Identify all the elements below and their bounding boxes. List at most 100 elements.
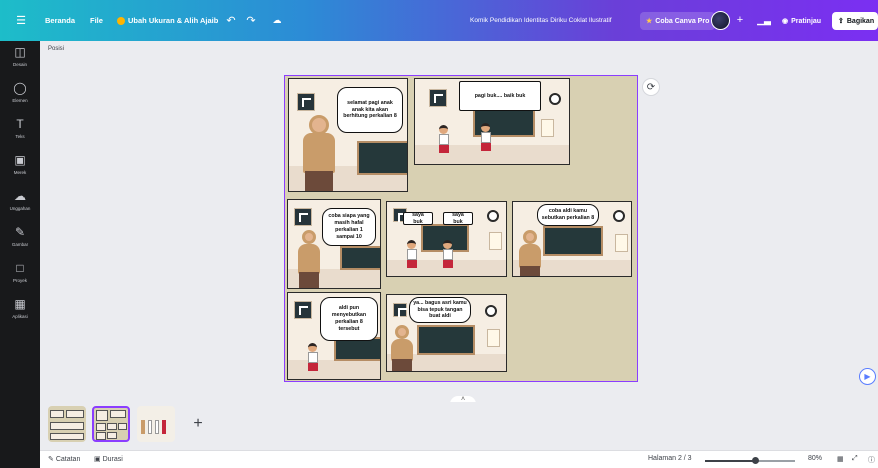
eye-icon: ◉: [782, 18, 789, 25]
school-logo-icon: [297, 93, 315, 111]
speech-bubble[interactable]: selamat pagi anak anak kita akan berhitu…: [337, 87, 403, 133]
help-icon[interactable]: ⓘ: [868, 455, 875, 465]
school-logo-icon: [294, 301, 312, 319]
zoom-slider-fill: [705, 460, 755, 462]
comic-panel-4[interactable]: saya buk saya buk: [386, 201, 507, 277]
share-icon: ⇪: [838, 18, 844, 25]
duration-label: Durasi: [102, 456, 123, 463]
brand-icon: ▣: [14, 153, 26, 167]
zoom-slider-knob[interactable]: [751, 457, 759, 464]
speech-bubble[interactable]: ya... bagus asri kamu bisa tepuk tangan …: [409, 297, 471, 323]
refresh-icon[interactable]: ⟳: [642, 78, 660, 96]
crown-icon: ★: [646, 18, 653, 25]
redo-icon[interactable]: ↷: [244, 13, 258, 27]
shapes-icon: ◯: [13, 81, 27, 95]
sidebar-label: Desain: [12, 62, 27, 67]
clock-icon: [613, 210, 625, 222]
page-thumbnail-1[interactable]: [48, 406, 86, 442]
page-indicator[interactable]: Halaman 2 / 3: [648, 455, 692, 462]
resize-label: Ubah Ukuran & Alih Ajaib: [128, 16, 219, 25]
sidebar-item-design[interactable]: ◫ Desain: [0, 45, 40, 79]
notes-label: Catatan: [55, 456, 81, 463]
folder-icon: □: [16, 261, 24, 275]
wall-chart: [615, 234, 628, 252]
cloud-saved-icon[interactable]: ☁: [270, 13, 284, 27]
try-pro-button[interactable]: ★ Coba Canva Pro: [640, 12, 716, 30]
school-logo-icon: [393, 303, 407, 317]
sidebar-label: Unggahan: [9, 206, 31, 211]
sidebar-item-uploads[interactable]: ☁ Unggahan: [0, 189, 40, 223]
duration-button[interactable]: ▣ Durasi: [94, 455, 123, 463]
upload-icon: ☁: [14, 189, 26, 203]
sidebar-label: Elemen: [12, 98, 28, 103]
speech-bubble[interactable]: coba siapa yang masih hafal perkalian 1 …: [322, 208, 376, 246]
left-sidebar: ◫ Desain ◯ Elemen T Teks ▣ Merek ☁ Ungga…: [0, 41, 40, 468]
file-menu[interactable]: File: [90, 0, 103, 41]
document-title[interactable]: Komik Pendidikan Identitas Diriku Coklat…: [470, 0, 612, 41]
zoom-level[interactable]: 80%: [808, 455, 822, 462]
comic-panel-3[interactable]: coba siapa yang masih hafal perkalian 1 …: [287, 199, 381, 289]
timer-icon: ▣: [94, 456, 101, 463]
blackboard: [417, 325, 475, 355]
play-icon[interactable]: ▶: [859, 368, 876, 385]
sidebar-item-text[interactable]: T Teks: [0, 117, 40, 151]
add-page-button[interactable]: +: [180, 406, 216, 442]
school-logo-icon: [429, 89, 447, 107]
clock-icon: [487, 210, 499, 222]
sidebar-label: Proyek: [12, 278, 27, 283]
speech-bubble[interactable]: saya buk: [403, 212, 433, 225]
notes-button[interactable]: ✎ Catatan: [48, 455, 80, 463]
sidebar-label: Aplikasi: [12, 314, 28, 319]
sidebar-item-projects[interactable]: □ Proyek: [0, 261, 40, 295]
blackboard: [543, 226, 603, 256]
bar-chart-icon[interactable]: ▁▃: [757, 13, 771, 27]
sidebar-item-draw[interactable]: ✎ Gambar: [0, 225, 40, 259]
comic-panel-1[interactable]: selamat pagi anak anak kita akan berhitu…: [288, 78, 408, 192]
comic-panel-2[interactable]: pagi buk.... baik buk: [414, 78, 570, 165]
sidebar-label: Gambar: [11, 242, 29, 247]
sidebar-item-brand[interactable]: ▣ Merek: [0, 153, 40, 187]
page-thumbnail-3[interactable]: [137, 406, 175, 442]
preview-label: Pratinjau: [791, 17, 822, 25]
undo-icon[interactable]: ↶: [224, 13, 238, 27]
crown-icon: [117, 16, 125, 25]
wall-chart: [487, 329, 500, 347]
comic-panel-5[interactable]: coba aldi kamu sebutkan perkalian 8: [512, 201, 632, 277]
zoom-slider[interactable]: [705, 457, 795, 464]
avatar[interactable]: [711, 11, 730, 30]
home-link[interactable]: Beranda: [45, 0, 75, 41]
plus-icon[interactable]: +: [733, 13, 747, 27]
blackboard: [357, 141, 407, 175]
sidebar-item-elements[interactable]: ◯ Elemen: [0, 81, 40, 115]
wall-chart: [489, 232, 502, 250]
page-position-label[interactable]: Posisi: [48, 46, 64, 52]
comic-panel-6[interactable]: aldi pun menyebutkan perkalian 8 tersebu…: [287, 292, 381, 380]
speech-bubble[interactable]: pagi buk.... baik buk: [459, 81, 541, 111]
fullscreen-icon[interactable]: ⤢: [852, 455, 858, 463]
speech-bubble[interactable]: saya buk: [443, 212, 473, 225]
speech-bubble[interactable]: coba aldi kamu sebutkan perkalian 8: [537, 204, 599, 226]
sidebar-item-apps[interactable]: ▦ Aplikasi: [0, 297, 40, 331]
try-pro-label: Coba Canva Pro: [655, 17, 710, 25]
wall-chart: [541, 119, 554, 137]
apps-icon: ▦: [14, 297, 26, 311]
resize-menu[interactable]: Ubah Ukuran & Alih Ajaib: [117, 0, 218, 41]
school-logo-icon: [294, 208, 312, 226]
hamburger-icon[interactable]: ☰: [14, 13, 28, 27]
design-canvas[interactable]: selamat pagi anak anak kita akan berhitu…: [284, 75, 638, 382]
notes-icon: ✎: [48, 456, 54, 463]
comic-panel-7[interactable]: ya... bagus asri kamu bisa tepuk tangan …: [386, 294, 507, 372]
draw-icon: ✎: [14, 225, 26, 239]
bottom-bar: ✎ Catatan ▣ Durasi Halaman 2 / 3 80% ▦ ⤢…: [40, 450, 878, 468]
layout-icon: ◫: [14, 45, 26, 59]
share-label: Bagikan: [846, 17, 875, 25]
page-thumbnail-2[interactable]: [92, 406, 130, 442]
text-icon: T: [16, 117, 24, 131]
grid-view-icon[interactable]: ▦: [837, 455, 844, 463]
sidebar-label: Merek: [13, 170, 27, 175]
sidebar-label: Teks: [15, 134, 25, 139]
top-bar: ☰ Beranda File Ubah Ukuran & Alih Ajaib …: [0, 0, 878, 41]
preview-button[interactable]: ◉ Pratinjau: [776, 12, 827, 30]
share-button[interactable]: ⇪ Bagikan: [832, 12, 878, 30]
speech-bubble[interactable]: aldi pun menyebutkan perkalian 8 tersebu…: [320, 297, 378, 341]
